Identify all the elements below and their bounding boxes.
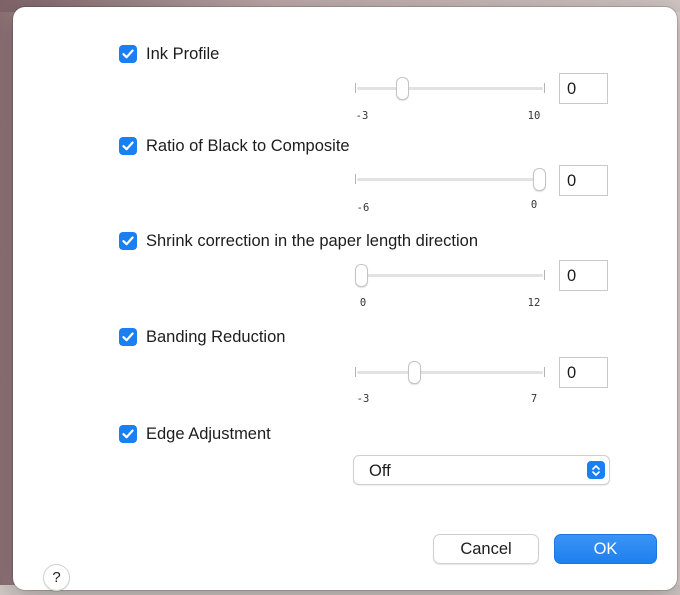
checkmark-icon xyxy=(122,429,134,439)
checkmark-icon xyxy=(122,332,134,342)
slider-min-tick xyxy=(355,83,356,93)
ink-profile-max-label: 10 xyxy=(527,110,541,122)
edge-adjustment-checkbox-row[interactable]: Edge Adjustment xyxy=(119,423,271,445)
slider-thumb[interactable] xyxy=(355,264,368,287)
checkmark-icon xyxy=(122,49,134,59)
ink-profile-checkbox-row[interactable]: Ink Profile xyxy=(119,43,219,65)
slider-track xyxy=(357,274,543,277)
print-options-dialog: Ink Profile -3 10 0 Ratio of Black to Co… xyxy=(13,7,677,591)
black-ratio-slider[interactable] xyxy=(355,168,546,191)
black-ratio-max-label: 0 xyxy=(530,199,538,211)
edge-adjustment-label: Edge Adjustment xyxy=(146,424,271,443)
slider-max-tick xyxy=(544,270,545,280)
shrink-correction-min-label: 0 xyxy=(359,297,367,309)
slider-min-tick xyxy=(355,174,356,184)
ink-profile-checkbox[interactable] xyxy=(119,45,137,63)
black-ratio-value-field[interactable]: 0 xyxy=(559,165,608,196)
checkmark-icon xyxy=(122,236,134,246)
banding-reduction-checkbox[interactable] xyxy=(119,328,137,346)
slider-track xyxy=(357,371,543,374)
ink-profile-value-field[interactable]: 0 xyxy=(559,73,608,104)
banding-reduction-value-field[interactable]: 0 xyxy=(559,357,608,388)
banding-reduction-slider[interactable] xyxy=(355,361,545,384)
black-ratio-checkbox-row[interactable]: Ratio of Black to Composite xyxy=(119,135,350,157)
black-ratio-checkbox[interactable] xyxy=(119,137,137,155)
slider-thumb[interactable] xyxy=(533,168,546,191)
checkmark-icon xyxy=(122,141,134,151)
ink-profile-slider[interactable] xyxy=(355,77,545,100)
slider-max-tick xyxy=(544,367,545,377)
ink-profile-min-label: -3 xyxy=(355,110,369,122)
black-ratio-label: Ratio of Black to Composite xyxy=(146,136,350,155)
help-button[interactable]: ? xyxy=(43,564,70,591)
cancel-button[interactable]: Cancel xyxy=(433,534,539,564)
ok-button[interactable]: OK xyxy=(554,534,657,564)
banding-reduction-label: Banding Reduction xyxy=(146,327,286,346)
question-mark-icon: ? xyxy=(52,569,61,586)
ink-profile-label: Ink Profile xyxy=(146,44,220,63)
banding-reduction-min-label: -3 xyxy=(356,393,370,405)
banding-reduction-max-label: 7 xyxy=(530,393,538,405)
slider-track xyxy=(357,87,543,90)
slider-track xyxy=(357,178,543,181)
chevron-up-down-icon[interactable] xyxy=(587,461,605,479)
shrink-correction-label: Shrink correction in the paper length di… xyxy=(146,231,479,250)
shrink-correction-value-field[interactable]: 0 xyxy=(559,260,608,291)
shrink-correction-max-label: 12 xyxy=(527,297,541,309)
slider-min-tick xyxy=(355,367,356,377)
banding-reduction-checkbox-row[interactable]: Banding Reduction xyxy=(119,326,285,348)
shrink-correction-slider[interactable] xyxy=(355,264,545,287)
shrink-correction-checkbox[interactable] xyxy=(119,232,137,250)
slider-max-tick xyxy=(544,83,545,93)
black-ratio-min-label: -6 xyxy=(356,202,370,214)
slider-thumb[interactable] xyxy=(396,77,410,100)
edge-adjustment-selected-value: Off xyxy=(369,462,391,480)
shrink-correction-checkbox-row[interactable]: Shrink correction in the paper length di… xyxy=(119,230,478,252)
edge-adjustment-select[interactable]: Off xyxy=(353,455,610,485)
edge-adjustment-checkbox[interactable] xyxy=(119,425,137,443)
slider-thumb[interactable] xyxy=(408,361,422,384)
